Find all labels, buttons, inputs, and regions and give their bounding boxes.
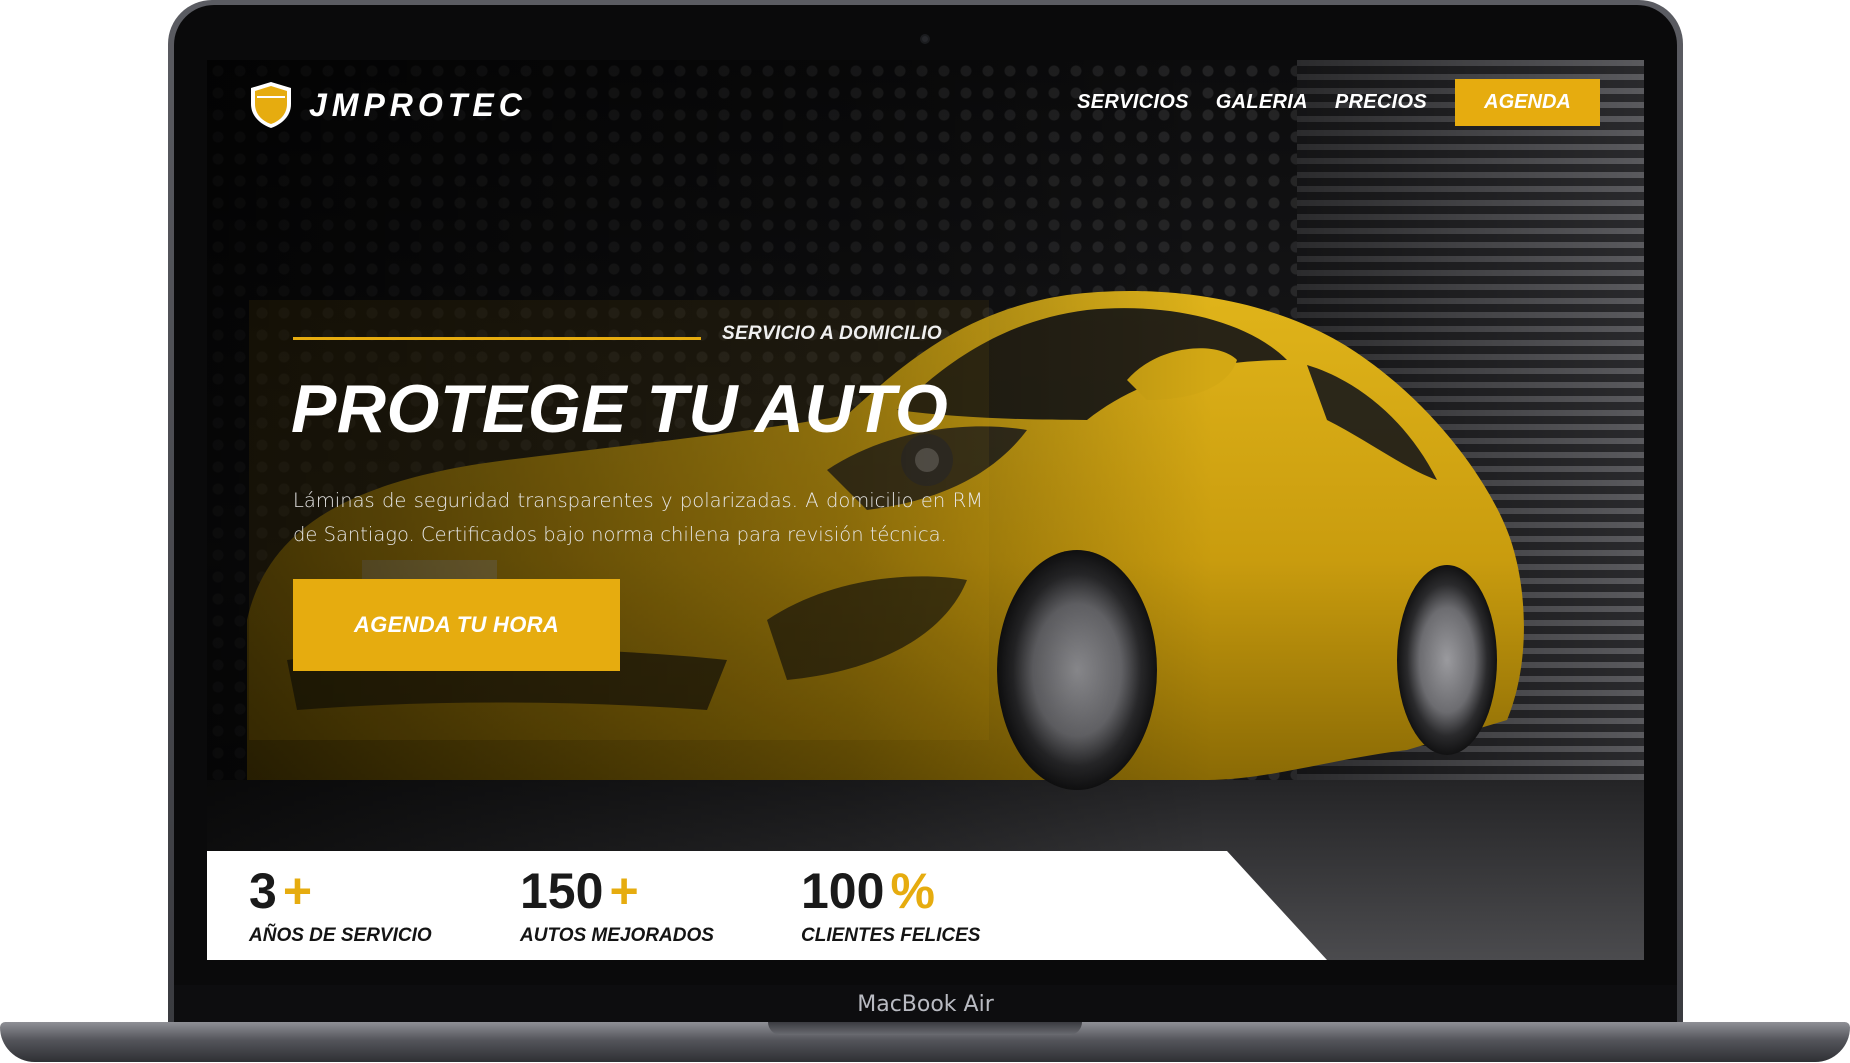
nav-item-servicios[interactable]: SERVICIOS: [1077, 91, 1189, 114]
shield-icon: [251, 82, 291, 128]
stat-label: CLIENTES FELICES: [801, 925, 981, 946]
nav-links: SERVICIOS GALERIA PRECIOS AGENDA: [1050, 79, 1600, 126]
nav-item-precios[interactable]: PRECIOS: [1335, 91, 1427, 114]
top-navigation: JMPROTEC SERVICIOS GALERIA PRECIOS AGEND…: [207, 60, 1644, 170]
stat-cars: 150 + AUTOS MEJORADOS: [520, 863, 714, 947]
stat-years: 3 + AÑOS DE SERVICIO: [249, 863, 432, 947]
agenda-tu-hora-button[interactable]: AGENDA TU HORA: [293, 579, 620, 671]
laptop-chin: MacBook Air: [174, 985, 1677, 1024]
stat-value: 3 +: [249, 863, 313, 919]
nav-agenda-button[interactable]: AGENDA: [1455, 79, 1600, 126]
stat-value: 100%: [801, 863, 935, 919]
stat-value: 150 +: [520, 863, 639, 919]
camera-icon: [920, 34, 930, 44]
laptop-notch: [768, 1022, 1082, 1035]
stat-label: AÑOS DE SERVICIO: [249, 925, 432, 946]
nav-item-galeria[interactable]: GALERIA: [1216, 91, 1308, 114]
website-screen: JMPROTEC SERVICIOS GALERIA PRECIOS AGEND…: [207, 60, 1644, 960]
stat-clients: 100% CLIENTES FELICES: [801, 863, 980, 947]
hero-kicker: SERVICIO A DOMICILIO: [722, 323, 942, 344]
logo[interactable]: JMPROTEC: [249, 80, 527, 130]
kicker-divider: [293, 337, 701, 340]
device-label: MacBook Air: [857, 992, 994, 1017]
brand-name: JMPROTEC: [309, 86, 527, 123]
hero-title: PROTEGE TU AUTO: [291, 371, 949, 447]
stat-label: AUTOS MEJORADOS: [520, 925, 714, 946]
hero-description: Láminas de seguridad transparentes y pol…: [293, 489, 983, 546]
